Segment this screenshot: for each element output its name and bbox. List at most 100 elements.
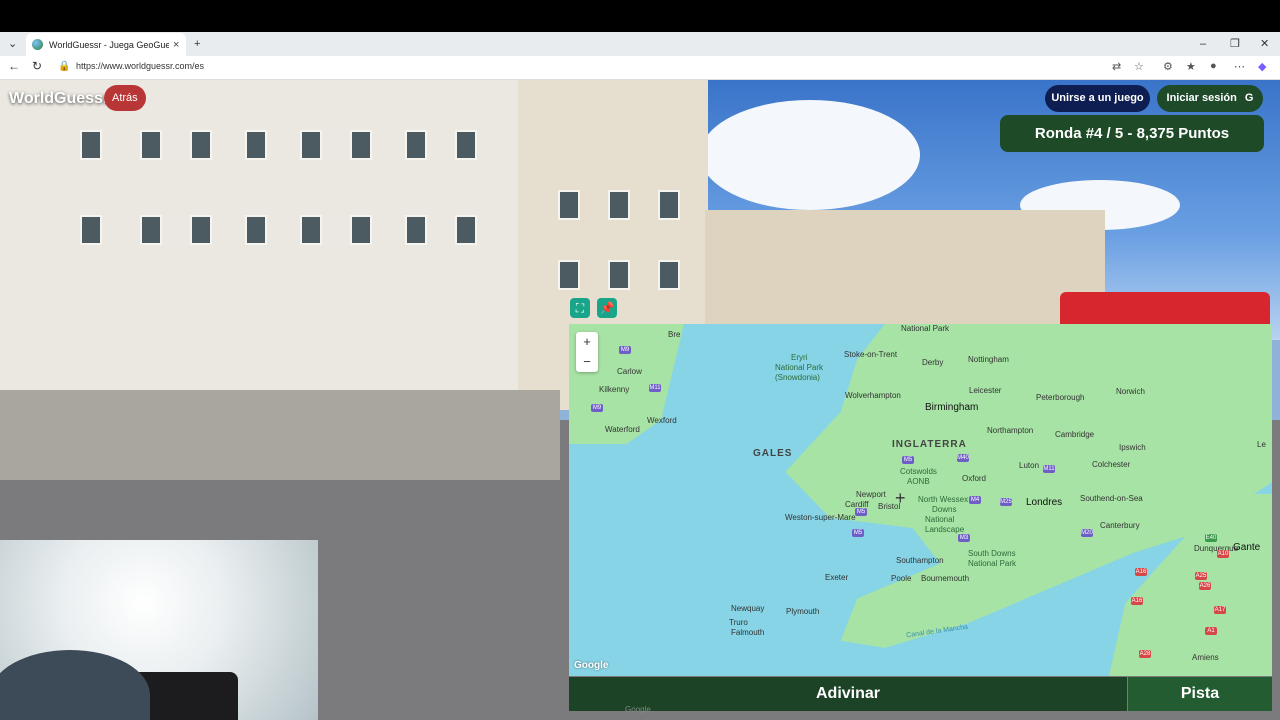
url-field[interactable]: https://www.worldguessr.com/es xyxy=(76,61,204,71)
road-shield: A17 xyxy=(1214,606,1226,614)
guess-map[interactable]: + − National Park Bre Stoke-on-Trent Der… xyxy=(569,324,1272,676)
map-label: North Wessex xyxy=(918,495,969,504)
road-shield: M4 xyxy=(969,496,981,504)
road-shield: M5 xyxy=(855,508,867,516)
road-shield: M9 xyxy=(591,404,603,412)
map-label: Oxford xyxy=(962,474,987,483)
map-label: South Downs xyxy=(968,549,1016,558)
profile-avatar-icon[interactable]: ● xyxy=(1210,60,1217,72)
road-shield: A16 xyxy=(1131,597,1143,605)
screen-top-bar xyxy=(0,0,1280,32)
close-window-icon[interactable]: ✕ xyxy=(1260,36,1269,52)
street-pavement xyxy=(0,390,560,480)
map-label: Cotswolds xyxy=(900,467,937,476)
worldguessr-favicon-icon xyxy=(32,39,43,50)
person-image xyxy=(0,650,150,720)
road-shield: M11 xyxy=(1043,465,1055,473)
map-label: Cambridge xyxy=(1055,430,1095,439)
road-shield: A28 xyxy=(1139,650,1151,658)
map-label: Le xyxy=(1257,440,1266,449)
minimize-icon[interactable]: – xyxy=(1200,36,1206,52)
road-shield: M9 xyxy=(619,346,631,354)
pin-map-icon[interactable]: 📌 xyxy=(597,298,617,318)
map-label: Stoke-on-Trent xyxy=(844,350,898,359)
map-label: Wexford xyxy=(647,416,677,425)
road-shield: E40 xyxy=(1205,534,1217,542)
bookmark-star-icon[interactable]: ☆ xyxy=(1134,60,1144,73)
map-label: Amiens xyxy=(1192,653,1219,662)
street-building xyxy=(0,80,520,420)
road-shield: M40 xyxy=(957,454,969,462)
map-label: Weston-super-Mare xyxy=(785,513,856,522)
google-map-logo: Google xyxy=(574,660,609,671)
browser-tab[interactable]: WorldGuessr - Juega GeoGuessr × xyxy=(26,33,186,56)
map-label: Luton xyxy=(1019,461,1040,470)
map-label: Bre xyxy=(668,330,681,339)
map-label: Southampton xyxy=(896,556,944,565)
zoom-in-button[interactable]: + xyxy=(576,332,598,352)
map-label: Kilkenny xyxy=(599,385,630,394)
map-label: Plymouth xyxy=(786,607,820,616)
map-label: National Park xyxy=(968,559,1017,568)
road-shield: A25 xyxy=(1195,572,1207,580)
map-label: INGLATERRA xyxy=(892,439,967,450)
map-label: Landscape xyxy=(925,525,965,534)
back-button[interactable]: Atrás xyxy=(104,85,146,111)
reload-icon[interactable]: ↻ xyxy=(32,59,42,73)
map-label: Derby xyxy=(922,358,944,367)
back-arrow-icon[interactable]: ← xyxy=(8,59,20,73)
map-label: GALES xyxy=(753,448,793,459)
map-label: Poole xyxy=(891,574,912,583)
map-label: Ipswich xyxy=(1119,443,1146,452)
translate-icon[interactable]: ⇄ xyxy=(1112,60,1121,73)
game-viewport: WorldGuessr Atrás Unirse a un juego Inic… xyxy=(0,80,1280,720)
map-label: Nottingham xyxy=(968,355,1009,364)
tab-close-icon[interactable]: × xyxy=(173,39,179,51)
copilot-icon[interactable]: ◆ xyxy=(1258,60,1266,73)
join-game-button[interactable]: Unirse a un juego xyxy=(1045,85,1150,112)
map-label: Leicester xyxy=(969,386,1002,395)
webcam-overlay xyxy=(0,540,318,720)
map-label: Northampton xyxy=(987,426,1034,435)
road-shield: M5 xyxy=(852,529,864,537)
road-shield: A16 xyxy=(1135,568,1147,576)
map-label: Birmingham xyxy=(925,402,979,413)
site-info-icon[interactable]: 🔒 xyxy=(58,61,70,72)
map-label: Truro xyxy=(729,618,748,627)
browser-tab-bar: ⌄ WorldGuessr - Juega GeoGuessr × + – ❐ … xyxy=(0,32,1280,56)
map-label: National Park xyxy=(775,363,824,372)
cloud xyxy=(700,100,920,210)
extensions-icon[interactable]: ⚙ xyxy=(1163,60,1173,73)
map-label: (Snowdonia) xyxy=(775,373,820,382)
expand-map-icon[interactable]: ⛶ xyxy=(570,298,590,318)
restore-icon[interactable]: ❐ xyxy=(1230,36,1240,52)
road-shield: M3 xyxy=(958,534,970,542)
new-tab-icon[interactable]: + xyxy=(194,36,200,52)
map-label: Newquay xyxy=(731,604,765,613)
map-label: Eryri xyxy=(791,353,808,362)
map-label: Peterborough xyxy=(1036,393,1085,402)
more-menu-icon[interactable]: ⋯ xyxy=(1234,60,1245,73)
map-label: Exeter xyxy=(825,573,849,582)
zoom-control: + − xyxy=(576,332,598,372)
crosshair-cursor-icon: + xyxy=(895,488,906,508)
road-shield: M25 xyxy=(1000,498,1012,506)
map-label: Londres xyxy=(1026,497,1063,508)
map-label: Colchester xyxy=(1092,460,1131,469)
favorites-icon[interactable]: ★ xyxy=(1186,60,1196,73)
road-shield: A1 xyxy=(1205,627,1217,635)
google-footer-text: Google xyxy=(625,705,651,714)
round-score-badge: Ronda #4 / 5 - 8,375 Puntos xyxy=(1000,115,1264,152)
map-label: Gante xyxy=(1233,542,1261,553)
hint-button[interactable]: Pista xyxy=(1128,677,1272,711)
login-button[interactable]: Iniciar sesión G xyxy=(1157,85,1263,112)
login-label: Iniciar sesión xyxy=(1166,92,1237,104)
guess-button[interactable]: Adivinar xyxy=(569,677,1127,711)
map-label: AONB xyxy=(907,477,930,486)
map-label: Wolverhampton xyxy=(845,391,901,400)
zoom-out-button[interactable]: − xyxy=(576,352,598,372)
road-shield: M5 xyxy=(902,456,914,464)
tab-list-icon[interactable]: ⌄ xyxy=(8,36,17,52)
address-bar: ← ↻ 🔒 https://www.worldguessr.com/es ⇄ ☆… xyxy=(0,56,1280,80)
map-label: Waterford xyxy=(605,425,640,434)
